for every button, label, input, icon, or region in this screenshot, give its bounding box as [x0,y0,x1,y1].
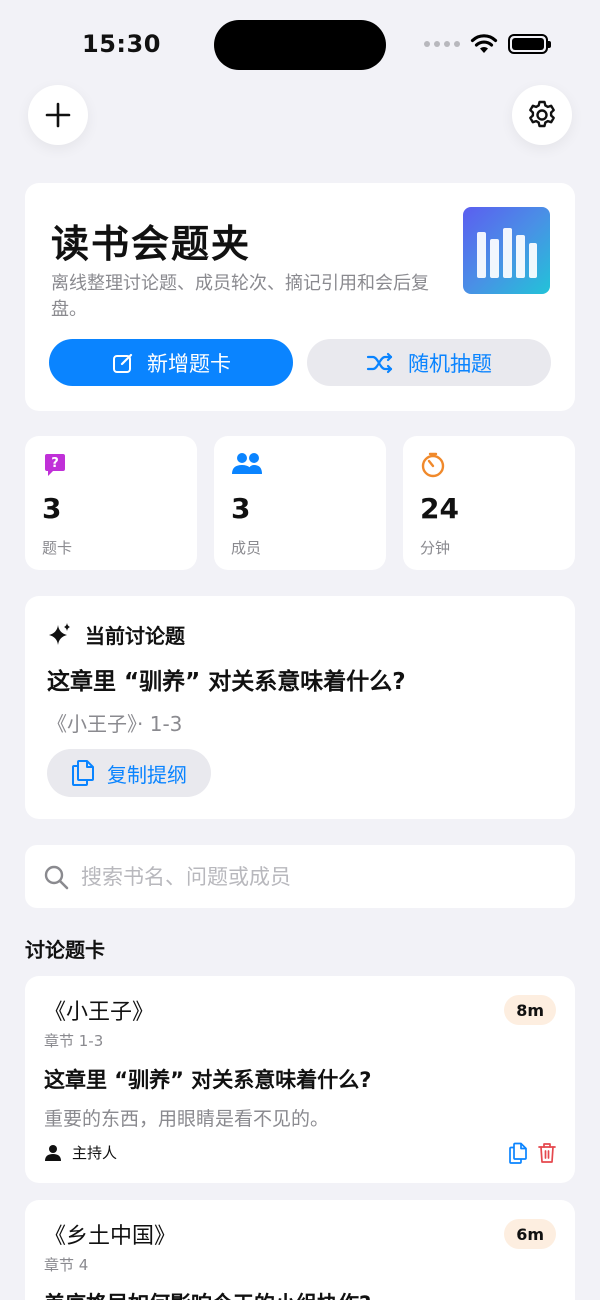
duration-badge: 8m [504,995,556,1025]
status-bar: 15:30 [0,0,600,88]
question-bubble-icon: ? [42,452,68,482]
wifi-icon [470,34,498,53]
card-role-label: 主持人 [72,1144,118,1162]
card-role: 主持人 [44,1142,117,1163]
current-question-meta: 《小王子》· 1-3 [47,712,183,736]
new-card-label: 新增题卡 [147,351,231,376]
svg-text:?: ? [51,456,59,471]
copy-icon [72,760,94,786]
sparkles-icon [49,622,70,645]
stat-label: 题卡 [42,539,73,557]
stat-value: 24 [420,492,459,525]
card-chapter: 章节 1-3 [44,1032,104,1050]
card-actions [508,1142,556,1164]
shuffle-icon [366,352,393,373]
current-question-header: 当前讨论题 [47,620,185,649]
plus-icon [45,102,71,128]
compose-icon [113,353,133,373]
section-title: 讨论题卡 [25,938,105,962]
books-icon [463,207,550,294]
random-question-label: 随机抽题 [408,351,492,376]
card-question: 差序格局如何影响今天的小组协作? [44,1288,371,1300]
card-book-title: 《小王子》 [44,1000,155,1025]
question-card[interactable]: 《乡土中国》 章节 4 6m 差序格局如何影响今天的小组协作? [25,1200,575,1300]
current-question-text: 这章里 “驯养” 对关系意味着什么? [47,669,406,695]
signal-icon [424,41,460,47]
copy-icon[interactable] [508,1142,528,1164]
new-card-button[interactable]: 新增题卡 [49,339,293,386]
app-description: 离线整理讨论题、成员轮次、摘记引用和会后复盘。 [51,273,429,320]
card-quote: 重要的东西，用眼睛是看不见的。 [44,1108,330,1130]
status-icons [424,33,551,55]
stat-card-members: 3 成员 [214,436,386,570]
person-icon [45,1144,61,1161]
copy-outline-button[interactable]: 复制提纲 [47,749,211,797]
duration-badge: 6m [504,1219,556,1249]
stat-label: 分钟 [420,539,451,557]
settings-button[interactable] [512,85,572,145]
people-icon [231,452,263,480]
battery-icon [508,34,551,54]
card-chapter: 章节 4 [44,1256,89,1274]
card-question: 这章里 “驯养” 对关系意味着什么? [44,1068,372,1092]
hero-card: 读书会题夹 离线整理讨论题、成员轮次、摘记引用和会后复盘。 新增题卡 随机抽题 [25,183,575,411]
search-bar [25,845,575,908]
dynamic-island [214,20,386,70]
status-time: 15:30 [82,30,161,58]
stat-value: 3 [42,492,62,525]
card-book-title: 《乡土中国》 [44,1224,177,1249]
random-question-button[interactable]: 随机抽题 [307,339,551,386]
trash-icon[interactable] [538,1142,556,1164]
stat-card-minutes: 24 分钟 [403,436,575,570]
current-question-heading: 当前讨论题 [85,624,185,648]
copy-outline-label: 复制提纲 [107,762,187,787]
question-card[interactable]: 《小王子》 章节 1-3 8m 这章里 “驯养” 对关系意味着什么? 重要的东西… [25,976,575,1183]
search-icon [44,865,69,889]
stat-value: 3 [231,492,251,525]
stat-label: 成员 [231,539,262,557]
gear-icon [529,100,555,128]
stat-cards: ? 3 题卡 [25,436,197,570]
timer-icon [420,452,446,482]
search-input[interactable] [81,864,541,889]
current-question-card: 当前讨论题 这章里 “驯养” 对关系意味着什么? 《小王子》· 1-3 复制提纲 [25,596,575,819]
add-button[interactable] [28,85,88,145]
app-title: 读书会题夹 [51,222,252,266]
